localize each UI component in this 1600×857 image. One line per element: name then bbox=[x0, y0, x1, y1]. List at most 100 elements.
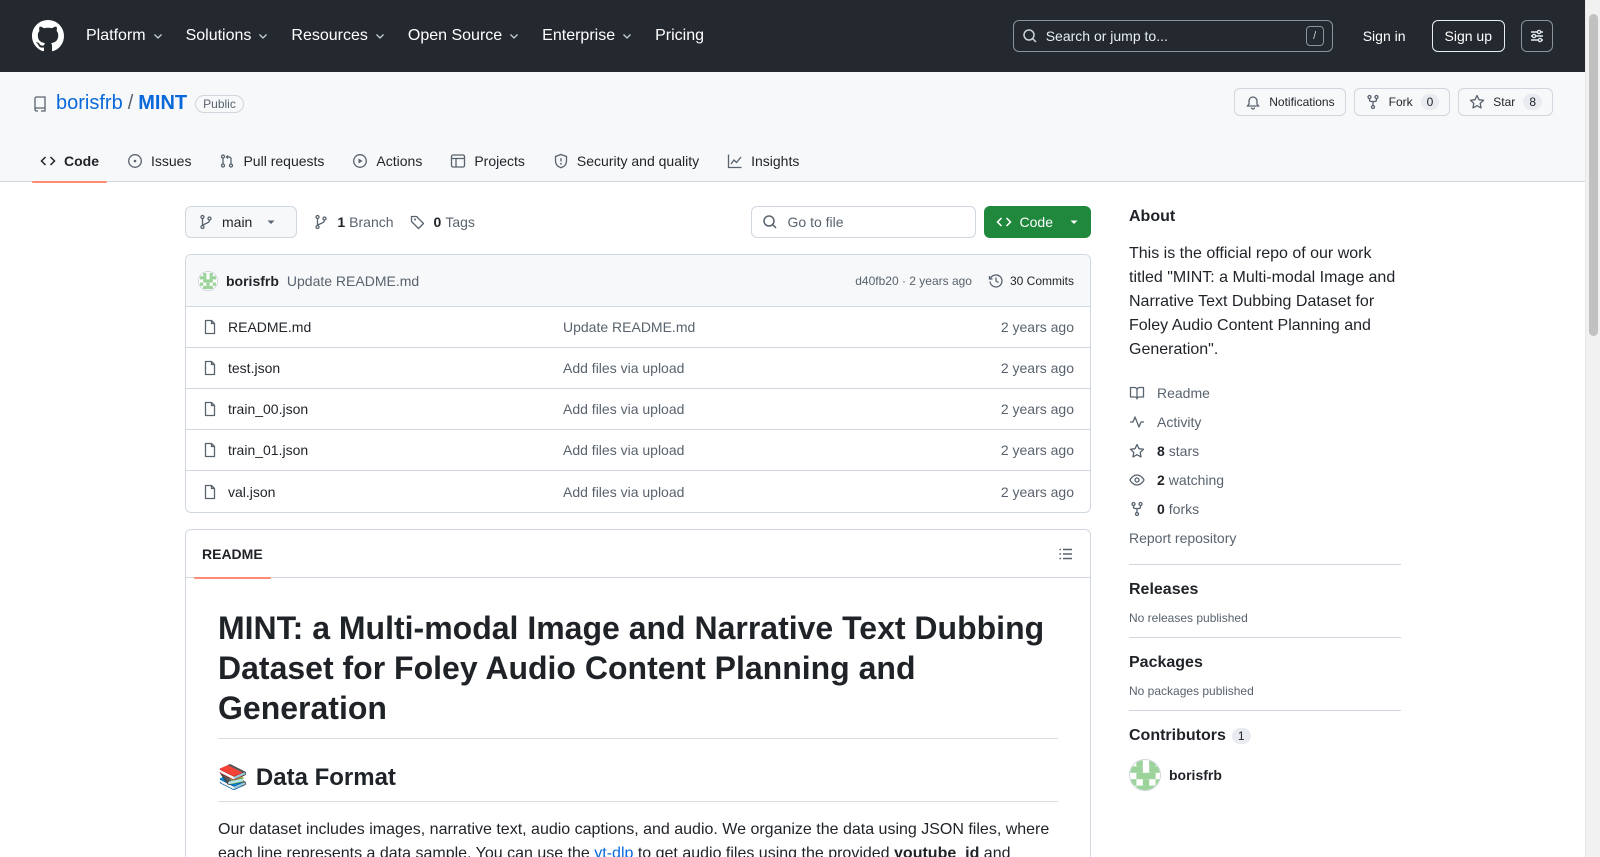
file-commit-link[interactable]: Add files via upload bbox=[563, 484, 1001, 500]
sign-up-button[interactable]: Sign up bbox=[1431, 20, 1505, 52]
branches-link[interactable]: 1 Branch bbox=[313, 214, 394, 230]
readme-section-heading: 📚 Data Format bbox=[218, 763, 1058, 802]
tab-security[interactable]: Security and quality bbox=[545, 140, 707, 182]
watchers-link[interactable]: 2 watching bbox=[1129, 465, 1401, 494]
stars-count: 8 bbox=[1157, 442, 1165, 459]
repo-separator: / bbox=[127, 92, 134, 114]
repo-tabs: Code Issues Pull requests Actions Projec… bbox=[32, 140, 819, 183]
releases-empty: No releases published bbox=[1129, 611, 1248, 625]
readme-link[interactable]: Readme bbox=[1129, 378, 1401, 407]
activity-link[interactable]: Activity bbox=[1129, 407, 1401, 436]
packages-heading-text: Packages bbox=[1129, 654, 1203, 671]
tab-projects[interactable]: Projects bbox=[442, 140, 533, 182]
file-name-link[interactable]: README.md bbox=[228, 319, 563, 335]
file-commit-link[interactable]: Add files via upload bbox=[563, 360, 1001, 376]
table-row[interactable]: test.json Add files via upload 2 years a… bbox=[186, 348, 1090, 389]
contributor-item[interactable]: borisfrb bbox=[1129, 759, 1401, 791]
table-row[interactable]: train_01.json Add files via upload 2 yea… bbox=[186, 430, 1090, 471]
file-commit-link[interactable]: Add files via upload bbox=[563, 401, 1001, 417]
stars-link[interactable]: 8 stars bbox=[1129, 436, 1401, 465]
nav-solutions[interactable]: Solutions bbox=[186, 27, 270, 45]
repo-header: borisfrb / MINT Public Notifications For… bbox=[0, 72, 1585, 183]
go-to-file-placeholder: Go to file bbox=[787, 214, 844, 230]
readme-header: README bbox=[186, 530, 1090, 579]
notifications-button[interactable]: Notifications bbox=[1234, 88, 1346, 116]
file-name-link[interactable]: val.json bbox=[228, 484, 563, 500]
repo-icon bbox=[34, 95, 46, 112]
avatar[interactable] bbox=[198, 270, 218, 291]
file-date: 2 years ago bbox=[1000, 360, 1074, 376]
contributor-name[interactable]: borisfrb bbox=[1169, 767, 1222, 783]
report-repository-link[interactable]: Report repository bbox=[1129, 523, 1401, 552]
history-icon bbox=[988, 273, 1003, 288]
fork-button[interactable]: Fork 0 bbox=[1353, 88, 1451, 116]
chevron-down-icon bbox=[259, 34, 268, 39]
chevron-down-icon bbox=[510, 34, 519, 39]
watching-count: 2 bbox=[1157, 471, 1165, 488]
tab-pull-requests[interactable]: Pull requests bbox=[211, 140, 332, 182]
repo-owner-link[interactable]: borisfrb bbox=[56, 92, 123, 115]
sign-in-link[interactable]: Sign in bbox=[1349, 22, 1420, 50]
star-button[interactable]: Star 8 bbox=[1458, 88, 1553, 116]
file-name-link[interactable]: train_01.json bbox=[228, 442, 563, 458]
nav-resources[interactable]: Resources bbox=[291, 27, 385, 45]
notifications-label: Notifications bbox=[1269, 95, 1335, 109]
tags-link[interactable]: 0 Tags bbox=[410, 214, 475, 230]
file-icon bbox=[204, 360, 216, 376]
page-scrollbar[interactable] bbox=[1585, 0, 1600, 857]
branch-icon bbox=[315, 214, 328, 230]
nav-open-source-label: Open Source bbox=[407, 27, 503, 44]
fork-count: 0 bbox=[1420, 94, 1440, 110]
tab-insights[interactable]: Insights bbox=[719, 140, 807, 182]
repo-name-link[interactable]: MINT bbox=[138, 92, 187, 115]
file-date: 2 years ago bbox=[1000, 401, 1074, 417]
tab-issues[interactable]: Issues bbox=[119, 140, 199, 182]
repo-title: borisfrb / MINT Public bbox=[32, 92, 244, 115]
file-date: 2 years ago bbox=[1000, 483, 1074, 500]
releases-heading[interactable]: Releases bbox=[1129, 581, 1401, 599]
nav-platform[interactable]: Platform bbox=[86, 27, 164, 45]
star-icon bbox=[1470, 94, 1485, 109]
contributors-heading[interactable]: Contributors 1 bbox=[1129, 727, 1401, 745]
nav-pricing[interactable]: Pricing bbox=[655, 27, 704, 45]
scrollbar-thumb[interactable] bbox=[1589, 14, 1598, 336]
avatar[interactable] bbox=[1129, 759, 1161, 791]
file-name-link[interactable]: test.json bbox=[228, 360, 563, 376]
branch-count: 1 bbox=[337, 214, 346, 230]
nav-open-source[interactable]: Open Source bbox=[408, 27, 520, 45]
table-row[interactable]: val.json Add files via upload 2 years ag… bbox=[186, 471, 1090, 512]
search-icon bbox=[762, 215, 777, 229]
file-name-link[interactable]: train_00.json bbox=[228, 401, 563, 417]
contributors-count: 1 bbox=[1231, 728, 1251, 744]
file-commit-link[interactable]: Update README.md bbox=[563, 319, 1001, 335]
code-dropdown-button[interactable]: Code bbox=[983, 206, 1091, 238]
github-logo-icon[interactable] bbox=[32, 20, 64, 52]
commits-history-link[interactable]: 30 Commits bbox=[988, 273, 1074, 289]
book-icon bbox=[1129, 386, 1145, 400]
tab-actions[interactable]: Actions bbox=[344, 140, 430, 182]
readme-tab[interactable]: README bbox=[194, 530, 271, 579]
tab-code[interactable]: Code bbox=[32, 140, 107, 183]
slash-shortcut-key: / bbox=[1305, 26, 1324, 46]
branch-selector[interactable]: main bbox=[185, 206, 298, 238]
nav-enterprise[interactable]: Enterprise bbox=[542, 27, 633, 45]
list-outline-icon[interactable] bbox=[1058, 546, 1074, 562]
settings-menu-button[interactable] bbox=[1521, 20, 1553, 52]
file-date: 2 years ago bbox=[1000, 442, 1074, 458]
readme-link-label: Readme bbox=[1157, 384, 1210, 401]
search-input[interactable]: Search or jump to... / bbox=[1012, 20, 1333, 52]
file-commit-link[interactable]: Add files via upload bbox=[563, 442, 1001, 458]
commit-message-link[interactable]: Update README.md bbox=[287, 273, 419, 289]
readme-text: to get audio files using the provided bbox=[633, 845, 895, 857]
star-icon bbox=[1129, 443, 1145, 458]
play-circle-icon bbox=[353, 154, 368, 168]
table-row[interactable]: train_00.json Add files via upload 2 yea… bbox=[186, 389, 1090, 430]
table-row[interactable]: README.md Update README.md 2 years ago bbox=[186, 307, 1090, 348]
packages-heading[interactable]: Packages bbox=[1129, 654, 1401, 672]
search-icon bbox=[1022, 29, 1037, 43]
go-to-file-input[interactable]: Go to file bbox=[750, 206, 976, 238]
yt-dlp-link[interactable]: yt-dlp bbox=[594, 845, 633, 857]
forks-link[interactable]: 0 forks bbox=[1129, 494, 1401, 523]
commit-hash-time[interactable]: d40fb20 · 2 years ago bbox=[855, 274, 972, 288]
commit-author-link[interactable]: borisfrb bbox=[226, 273, 279, 289]
